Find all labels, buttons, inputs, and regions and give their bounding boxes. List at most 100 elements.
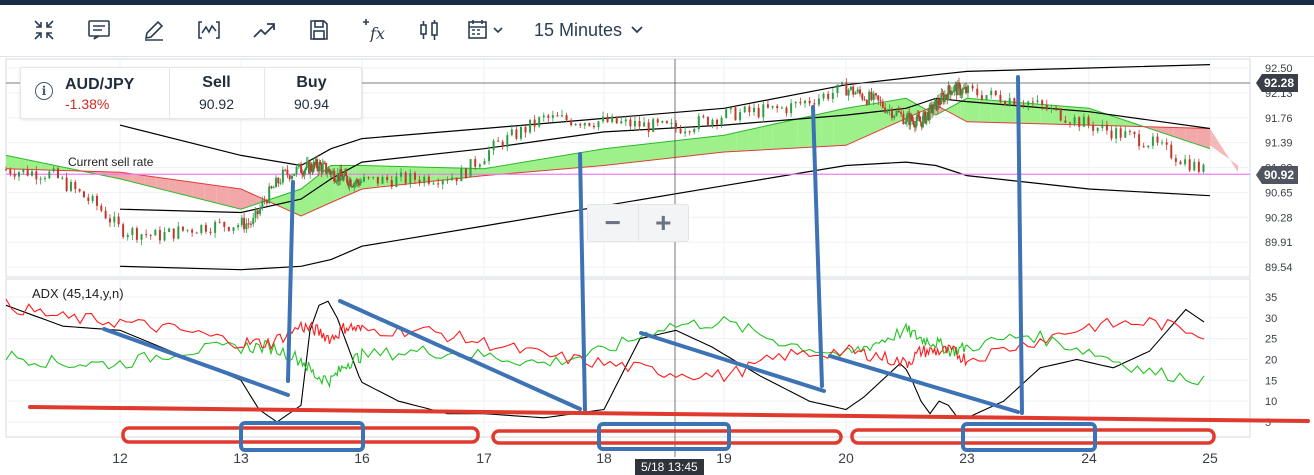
candle-body [263,200,266,202]
time-tick-label: 16 [354,450,370,466]
candle-body [418,179,421,184]
candle-body [1073,117,1076,124]
candle-body [602,116,605,122]
collapse-arrows-icon[interactable] [29,15,59,45]
ichimoku-cloud-segment [870,103,876,135]
ichimoku-cloud-segment [374,165,387,188]
symbol-cell[interactable]: i AUD/JPY -1.38% [21,68,170,118]
candle-body [43,178,46,180]
candle-body [720,117,723,125]
candle-body [376,176,379,184]
candle-body [204,224,207,232]
ichimoku-cloud-segment [322,170,325,207]
candle-body [39,178,42,180]
candle-body [1041,100,1044,105]
candle-body [895,110,898,116]
time-tick-label: 20 [838,450,854,466]
candle-body [69,181,72,191]
candle-body [884,107,887,113]
line-chart-frame-icon[interactable] [194,15,224,45]
ichimoku-cloud-segment [301,186,304,216]
ichimoku-cloud-segment [652,141,664,161]
candle-body [817,98,820,105]
candle-body [310,163,313,171]
message-icon[interactable] [84,15,114,45]
candle-body [519,126,522,139]
ichimoku-cloud-segment [960,99,964,121]
ichimoku-cloud-segment [410,166,423,184]
candle-body [214,221,217,233]
candle-body [776,105,779,109]
candle-body [1096,127,1099,131]
function-icon[interactable]: fx [359,15,389,45]
candle-body [799,101,802,104]
timeframe-dropdown[interactable]: 15 Minutes [534,17,644,43]
ichimoku-cloud-segment [876,102,882,132]
candle-body [390,180,393,187]
candle-body [191,229,194,233]
candle-body [688,131,691,133]
candle-body [254,210,257,218]
candle-body [538,117,541,127]
candle-body [275,177,278,188]
candle-body [501,141,504,148]
ichimoku-cloud-segment [846,107,852,146]
candle-body [847,89,850,96]
candlestick-icon[interactable] [414,15,444,45]
candle-body [1174,158,1177,162]
candle-body [1068,122,1071,124]
pencil-icon[interactable] [139,15,169,45]
candle-body [574,124,577,126]
candle-body [551,115,554,118]
candle-body [570,120,573,126]
candle-body [404,172,407,184]
trend-arrow-icon[interactable] [249,15,279,45]
percent-change: -1.38% [65,96,110,112]
chart-toolbar: fx 15 Minutes [0,5,1314,57]
crosshair-price-badge: 92.28 [1256,74,1299,92]
candle-body [256,210,259,215]
candle-body [381,176,384,184]
candle-body [583,123,586,126]
candle-body [1004,101,1007,105]
candle-body [154,230,157,236]
candle-body [30,171,33,176]
candle-body [1008,98,1011,105]
ichimoku-cloud-segment [628,144,640,163]
candle-body [868,91,871,105]
candle-body [870,91,873,100]
candle-body [340,169,343,177]
candle-body [615,116,618,124]
candle-body [52,168,55,172]
candle-body [953,86,956,92]
candle-body [990,90,993,96]
candle-body [633,120,636,127]
buy-cell[interactable]: Buy 90.94 [264,68,359,118]
candle-body [1110,130,1113,139]
candle-body [400,172,403,177]
candle-body [886,110,889,113]
chart-canvas[interactable]: 92.5092.1391.7691.3991.0290.6590.2889.91… [0,57,1314,472]
candle-body [140,234,143,240]
candle-body [716,119,719,125]
candle-body [606,116,609,123]
candle-body [446,180,449,182]
calendar-icon[interactable] [465,15,509,45]
candle-body [693,129,696,133]
sell-cell[interactable]: Sell 90.92 [169,68,265,118]
ichimoku-cloud-segment [640,143,652,162]
candle-body [432,183,435,185]
candle-body [277,177,280,184]
candle-body [321,163,324,173]
zoom-in-button[interactable]: + [639,205,689,241]
candle-body [272,187,275,189]
candle-body [638,120,641,127]
candle-body [483,161,486,165]
ichimoku-cloud-segment [772,121,785,150]
save-icon[interactable] [304,15,334,45]
candle-body [684,131,687,134]
info-icon[interactable]: i [35,82,53,100]
current-sell-rate-label: Current sell rate [68,155,154,169]
zoom-out-button[interactable]: − [588,205,639,241]
time-tick-label: 17 [476,450,492,466]
